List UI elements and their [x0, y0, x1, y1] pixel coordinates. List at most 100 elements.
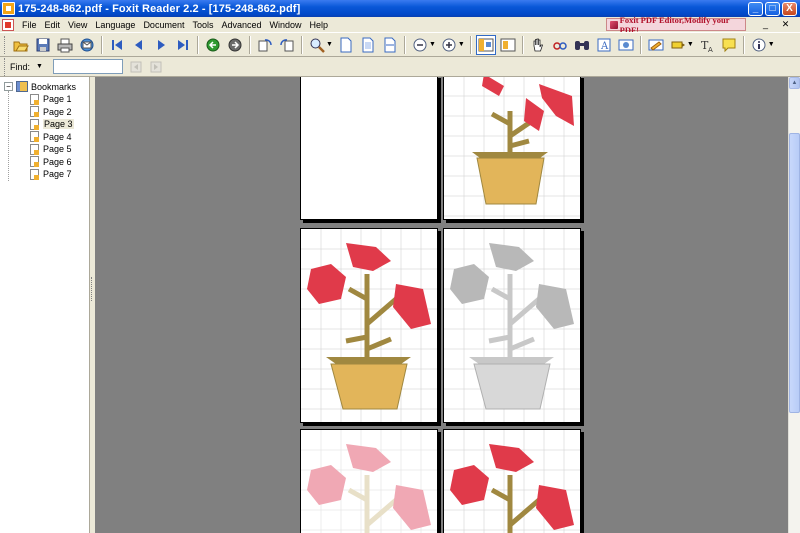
menu-edit[interactable]: Edit	[41, 20, 65, 30]
typewriter-icon[interactable]: A	[594, 35, 614, 55]
bookmark-page-icon	[30, 131, 39, 143]
prev-page-icon[interactable]	[129, 35, 149, 55]
document-view[interactable]	[95, 77, 788, 533]
bookmark-page-icon	[30, 106, 39, 118]
go-back-icon[interactable]	[203, 35, 223, 55]
menu-window[interactable]: Window	[266, 20, 306, 30]
bookmark-page-icon	[30, 93, 39, 105]
flower-artwork	[307, 243, 431, 410]
pdf-page-poinsettia-gray[interactable]	[443, 228, 581, 423]
snapshot-icon[interactable]	[550, 35, 570, 55]
bookmarks-panel-icon[interactable]	[475, 34, 496, 55]
page-artwork	[444, 77, 580, 219]
find-input[interactable]	[52, 59, 123, 74]
menu-document[interactable]: Document	[139, 20, 188, 30]
find-next-icon[interactable]	[149, 60, 163, 74]
find-toolbar: Find: ▼	[0, 57, 800, 77]
bookmark-page-2[interactable]: Page 2	[30, 106, 74, 119]
fit-width-icon[interactable]	[380, 35, 400, 55]
bookmark-page-5[interactable]: Page 5	[30, 143, 74, 156]
bookmark-label: Page 2	[43, 106, 72, 117]
promo-banner[interactable]: Foxit PDF Editor,Modify your PDF!	[606, 15, 746, 35]
pdf-page-poinsettia-red[interactable]	[300, 228, 438, 423]
doc-minimize-button[interactable]: _	[759, 19, 772, 30]
menu-language[interactable]: Language	[91, 20, 139, 30]
document-icon[interactable]	[2, 18, 14, 31]
pdf-page-poinsettia-bottom[interactable]	[443, 429, 581, 533]
collapse-toggle[interactable]: −	[4, 82, 13, 91]
page-artwork	[444, 229, 580, 422]
zoom-out-dropdown[interactable]: ▼	[429, 41, 436, 48]
pdf-page-poinsettia-faded[interactable]	[300, 429, 438, 533]
bookmark-page-1[interactable]: Page 1	[30, 93, 74, 106]
scroll-thumb[interactable]	[789, 133, 800, 413]
rotate-right-icon[interactable]	[277, 35, 297, 55]
menu-bar: File Edit View Language Document Tools A…	[0, 15, 800, 35]
print-icon[interactable]	[55, 35, 75, 55]
bookmark-page-3[interactable]: Page 3	[30, 118, 74, 131]
layout-icon[interactable]	[498, 35, 518, 55]
email-icon[interactable]	[77, 35, 97, 55]
vertical-scrollbar[interactable]: ▲	[788, 77, 800, 533]
flower-artwork	[450, 444, 574, 533]
next-page-icon[interactable]	[151, 35, 171, 55]
go-forward-icon[interactable]	[225, 35, 245, 55]
bookmark-page-icon	[30, 118, 39, 130]
menu-view[interactable]: View	[64, 20, 91, 30]
pdf-page-poinsettia-top[interactable]	[443, 77, 581, 220]
bookmark-page-6[interactable]: Page 6	[30, 156, 74, 169]
findbar-grip[interactable]	[4, 57, 7, 76]
minimize-button[interactable]: _	[748, 1, 763, 16]
bookmarks-book-icon	[16, 81, 28, 92]
text-edit-icon[interactable]	[646, 35, 666, 55]
highlight-dropdown[interactable]: ▼	[687, 41, 694, 48]
menu-help[interactable]: Help	[306, 20, 333, 30]
zoom-dropdown[interactable]: ▼	[326, 41, 333, 48]
close-button[interactable]: X	[782, 1, 797, 16]
doc-close-button[interactable]: ✕	[779, 19, 792, 30]
first-page-icon[interactable]	[107, 35, 127, 55]
actual-size-icon[interactable]	[336, 35, 356, 55]
find-options-dropdown[interactable]: ▼	[36, 63, 43, 70]
find-previous-icon[interactable]	[129, 60, 143, 74]
bookmark-label: Page 1	[43, 94, 72, 105]
bookmark-list: Page 1 Page 2 Page 3 Page 4 Page 5 Page …	[30, 93, 74, 181]
rotate-left-icon[interactable]	[255, 35, 275, 55]
bookmark-page-icon	[30, 143, 39, 155]
foxit-app-icon[interactable]	[2, 2, 15, 15]
text-tool-icon[interactable]: TA	[697, 35, 717, 55]
pdf-page-blank[interactable]	[300, 77, 438, 220]
info-dropdown[interactable]: ▼	[768, 41, 775, 48]
menu-advanced[interactable]: Advanced	[217, 20, 265, 30]
bookmark-label: Page 7	[43, 169, 72, 180]
image-icon[interactable]	[616, 35, 636, 55]
save-icon[interactable]	[33, 35, 53, 55]
toolbar-grip[interactable]	[4, 35, 7, 54]
toolbar-separator	[742, 35, 745, 54]
bookmarks-panel: − Bookmarks Page 1 Page 2 Page 3 Page 4 …	[0, 77, 90, 533]
menu-tools[interactable]: Tools	[188, 20, 217, 30]
scroll-up-button[interactable]: ▲	[789, 77, 800, 89]
maximize-button[interactable]: □	[765, 1, 780, 16]
open-icon[interactable]	[11, 35, 31, 55]
toolbar-separator	[469, 35, 472, 54]
zoom-icon[interactable]	[307, 35, 327, 55]
last-page-icon[interactable]	[173, 35, 193, 55]
menu-file[interactable]: File	[18, 20, 41, 30]
zoom-in-dropdown[interactable]: ▼	[458, 41, 465, 48]
flower-artwork	[450, 243, 574, 410]
note-icon[interactable]	[719, 35, 739, 55]
highlight-icon[interactable]	[668, 35, 688, 55]
bookmark-label: Page 4	[43, 131, 72, 142]
zoom-in-icon[interactable]	[439, 35, 459, 55]
bookmark-page-4[interactable]: Page 4	[30, 131, 74, 144]
hand-tool-icon[interactable]	[528, 35, 548, 55]
zoom-out-icon[interactable]	[410, 35, 430, 55]
bookmark-page-7[interactable]: Page 7	[30, 168, 74, 181]
info-icon[interactable]	[749, 35, 769, 55]
bookmarks-root[interactable]: − Bookmarks	[4, 81, 76, 92]
toolbar-separator	[403, 35, 406, 54]
flower-artwork	[307, 444, 431, 533]
fit-page-icon[interactable]	[358, 35, 378, 55]
find-icon[interactable]	[572, 35, 592, 55]
